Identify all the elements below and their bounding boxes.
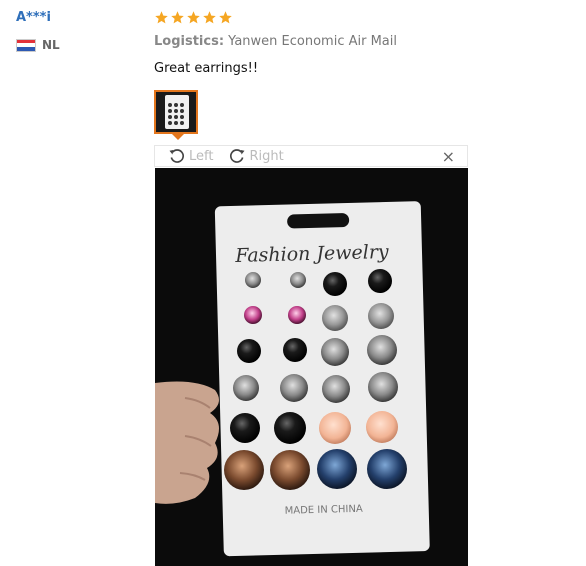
review-text: Great earrings!! xyxy=(154,61,259,76)
logistics-label: Logistics: xyxy=(154,34,225,49)
star-icon xyxy=(219,11,232,24)
rotate-left-label: Left xyxy=(189,148,214,164)
review-body: Logistics: Yanwen Economic Air Mail Grea… xyxy=(154,10,570,76)
flag-nl-icon xyxy=(16,38,36,52)
close-icon[interactable]: × xyxy=(442,147,455,166)
logistics-value: Yanwen Economic Air Mail xyxy=(228,34,397,49)
thumbnail-pointer xyxy=(172,134,184,140)
review-photo-thumbnail[interactable] xyxy=(154,90,198,134)
rotate-right-button[interactable]: Right xyxy=(227,147,284,165)
card-title: Fashion Jewelry xyxy=(234,241,389,267)
card-footer: MADE IN CHINA xyxy=(285,504,363,517)
star-icon xyxy=(187,11,200,24)
star-icon xyxy=(203,11,216,24)
review-photo: Fashion Jewelry MADE IN CHINA xyxy=(155,168,468,566)
country-code: NL xyxy=(42,38,60,52)
earring-card-photo: Fashion Jewelry MADE IN CHINA xyxy=(155,168,468,566)
star-icon xyxy=(171,11,184,24)
star-icon xyxy=(155,11,168,24)
rotate-right-icon xyxy=(230,149,245,163)
rotate-left-button[interactable]: Left xyxy=(167,147,213,165)
star-rating xyxy=(154,10,570,28)
reviewer-info: A***i NL xyxy=(16,10,60,52)
reviewer-country: NL xyxy=(16,38,60,52)
rotate-left-icon xyxy=(169,149,184,163)
image-viewer-toolbar: Left Right × xyxy=(154,145,468,167)
rotate-right-label: Right xyxy=(249,148,284,164)
thumbnail-card xyxy=(165,95,189,129)
logistics-info: Logistics: Yanwen Economic Air Mail xyxy=(154,34,570,49)
reviewer-name: A***i xyxy=(16,10,51,25)
